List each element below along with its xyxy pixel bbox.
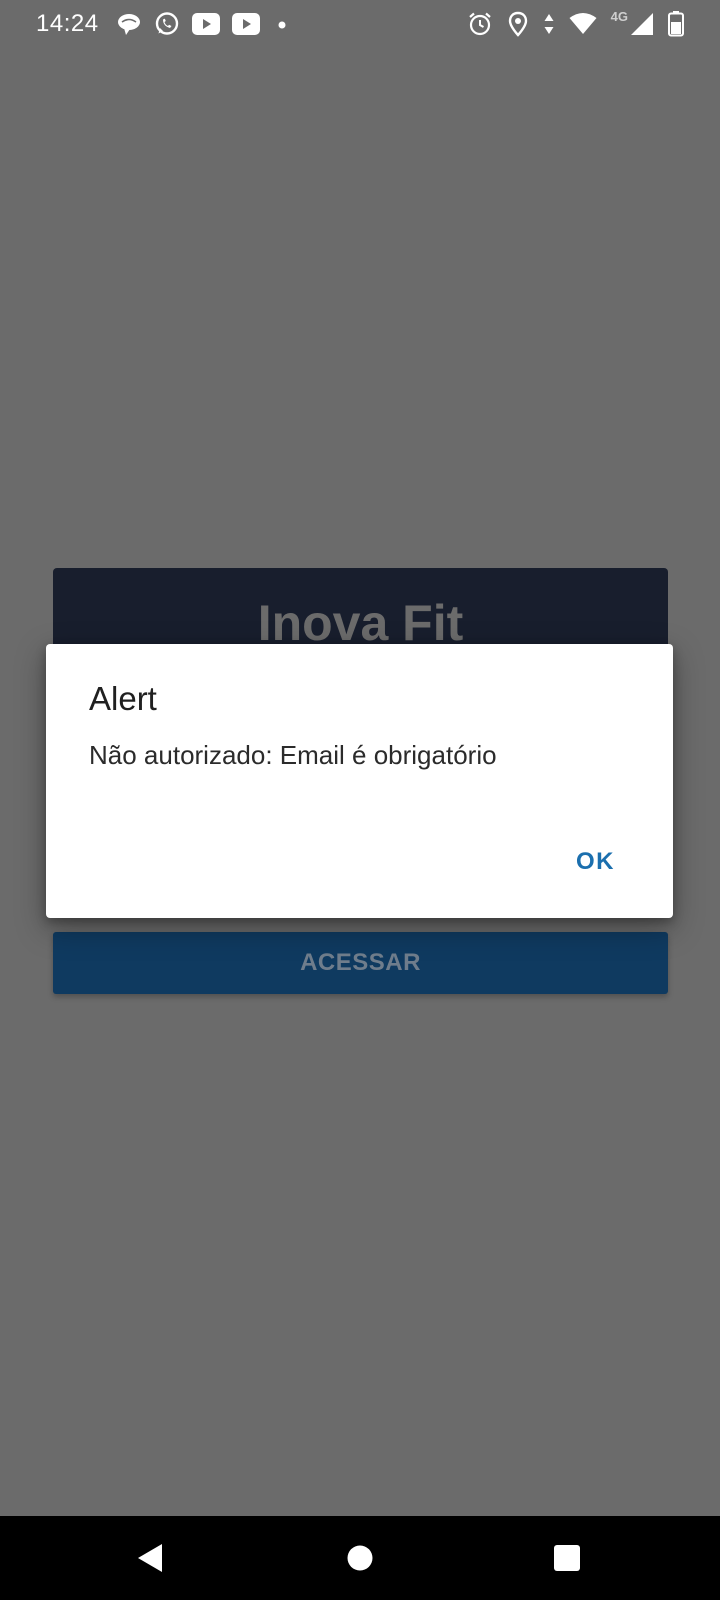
app-title: Inova Fit: [257, 595, 464, 646]
network-type-label: 4G: [610, 8, 628, 24]
back-icon: [135, 1542, 165, 1574]
dialog-title: Alert: [89, 680, 157, 717]
battery-icon: [668, 11, 684, 37]
back-button[interactable]: [90, 1516, 210, 1600]
dot-icon: [272, 14, 292, 34]
alarm-icon: [467, 11, 493, 37]
youtube-icon: [232, 13, 260, 35]
ok-button[interactable]: OK: [558, 840, 633, 884]
status-time: 14:24: [36, 10, 99, 37]
youtube-icon: [192, 13, 220, 35]
wifi-icon: [569, 12, 597, 36]
data-arrows-icon: [543, 12, 555, 36]
home-button[interactable]: [300, 1516, 420, 1600]
chat-bubble-icon: [116, 11, 142, 37]
notification-icons: [116, 10, 292, 38]
recents-button[interactable]: [507, 1516, 627, 1600]
recents-icon: [553, 1544, 581, 1572]
home-icon: [346, 1544, 374, 1572]
cell-signal-icon: [630, 12, 654, 36]
location-icon: [507, 11, 529, 37]
login-card-header: Inova Fit: [53, 568, 668, 646]
system-icons: 4G: [467, 8, 684, 38]
whatsapp-icon: [154, 11, 180, 37]
alert-dialog: Alert Não autorizado: Email é obrigatóri…: [46, 644, 673, 918]
access-button[interactable]: ACESSAR: [53, 932, 668, 994]
dialog-message: Não autorizado: Email é obrigatório: [89, 740, 497, 770]
status-bar: 14:24 4G: [0, 0, 720, 48]
navigation-bar: [0, 1516, 720, 1600]
